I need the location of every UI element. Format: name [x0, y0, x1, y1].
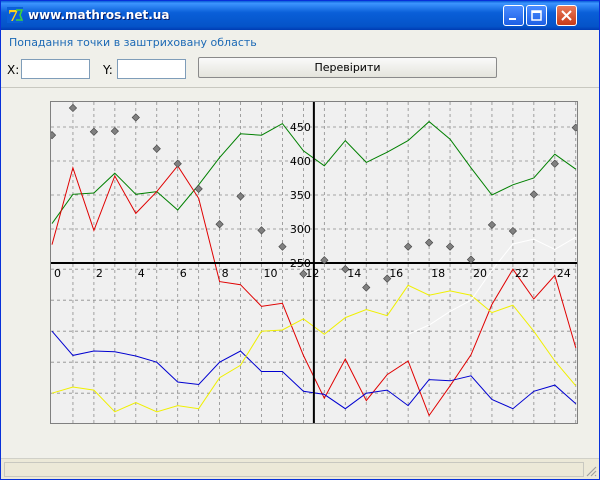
x-tick-label: 6	[180, 267, 187, 280]
x-tick-label: 0	[54, 267, 61, 280]
y-input[interactable]	[117, 59, 186, 79]
data-marker	[529, 190, 538, 199]
check-button[interactable]: Перевірити	[198, 57, 497, 78]
y-tick-label: 450	[290, 121, 311, 134]
data-marker	[236, 192, 245, 201]
x-tick-label: 10	[264, 267, 278, 280]
data-marker	[131, 113, 140, 122]
x-tick-label: 8	[222, 267, 229, 280]
y-tick-label: 350	[290, 189, 311, 202]
data-marker	[404, 242, 413, 251]
app-window: 7 www.mathros.net.ua Попадання точки в з…	[0, 0, 600, 480]
window-title: www.mathros.net.ua	[28, 8, 170, 22]
minimize-icon	[509, 18, 516, 20]
y-tick-label: 300	[290, 223, 311, 236]
data-marker	[445, 242, 455, 251]
x-label: X:	[7, 63, 20, 77]
y-label: Y:	[103, 63, 113, 77]
x-tick-label: 14	[347, 267, 361, 280]
data-marker	[68, 103, 78, 113]
task-caption: Попадання точки в заштриховану область	[9, 36, 257, 49]
chart-svg: 0 2 4 6 8 10 12 14 16 18 20 22 24250300350400450	[47, 102, 580, 423]
data-marker	[194, 184, 203, 193]
data-marker	[424, 238, 434, 247]
data-marker	[257, 226, 266, 235]
close-button[interactable]	[556, 5, 577, 26]
x-tick-label: 24	[557, 267, 571, 280]
data-marker	[278, 242, 287, 251]
data-marker	[362, 283, 371, 292]
divider	[1, 87, 599, 88]
close-icon	[561, 10, 572, 21]
maximize-icon	[531, 10, 542, 21]
data-marker	[89, 127, 99, 136]
data-marker	[152, 144, 161, 153]
status-bar	[1, 458, 599, 479]
title-bar[interactable]: 7 www.mathros.net.ua	[1, 1, 599, 30]
x-tick-label: 20	[473, 267, 487, 280]
data-marker	[508, 226, 518, 236]
y-tick-label: 250	[290, 257, 311, 270]
data-marker	[47, 131, 57, 140]
y-tick-label: 400	[290, 155, 311, 168]
minimize-button[interactable]	[503, 5, 524, 26]
x-tick-label: 22	[515, 267, 529, 280]
data-marker	[173, 159, 182, 168]
x-tick-label: 18	[431, 267, 445, 280]
x-tick-label: 4	[138, 267, 145, 280]
status-panel	[4, 462, 584, 477]
data-marker	[487, 220, 497, 230]
data-marker	[215, 220, 224, 229]
app-logo-icon: 7	[7, 7, 23, 23]
data-marker	[110, 126, 119, 136]
data-marker	[571, 123, 580, 132]
chart-area: 0 2 4 6 8 10 12 14 16 18 20 22 24 250 300 350 400 450	[47, 101, 580, 424]
x-tick-label: 16	[389, 267, 403, 280]
resize-grip-icon[interactable]	[585, 465, 597, 477]
x-input[interactable]	[21, 59, 90, 79]
x-tick-label: 2	[96, 267, 103, 280]
maximize-button[interactable]	[526, 5, 547, 26]
